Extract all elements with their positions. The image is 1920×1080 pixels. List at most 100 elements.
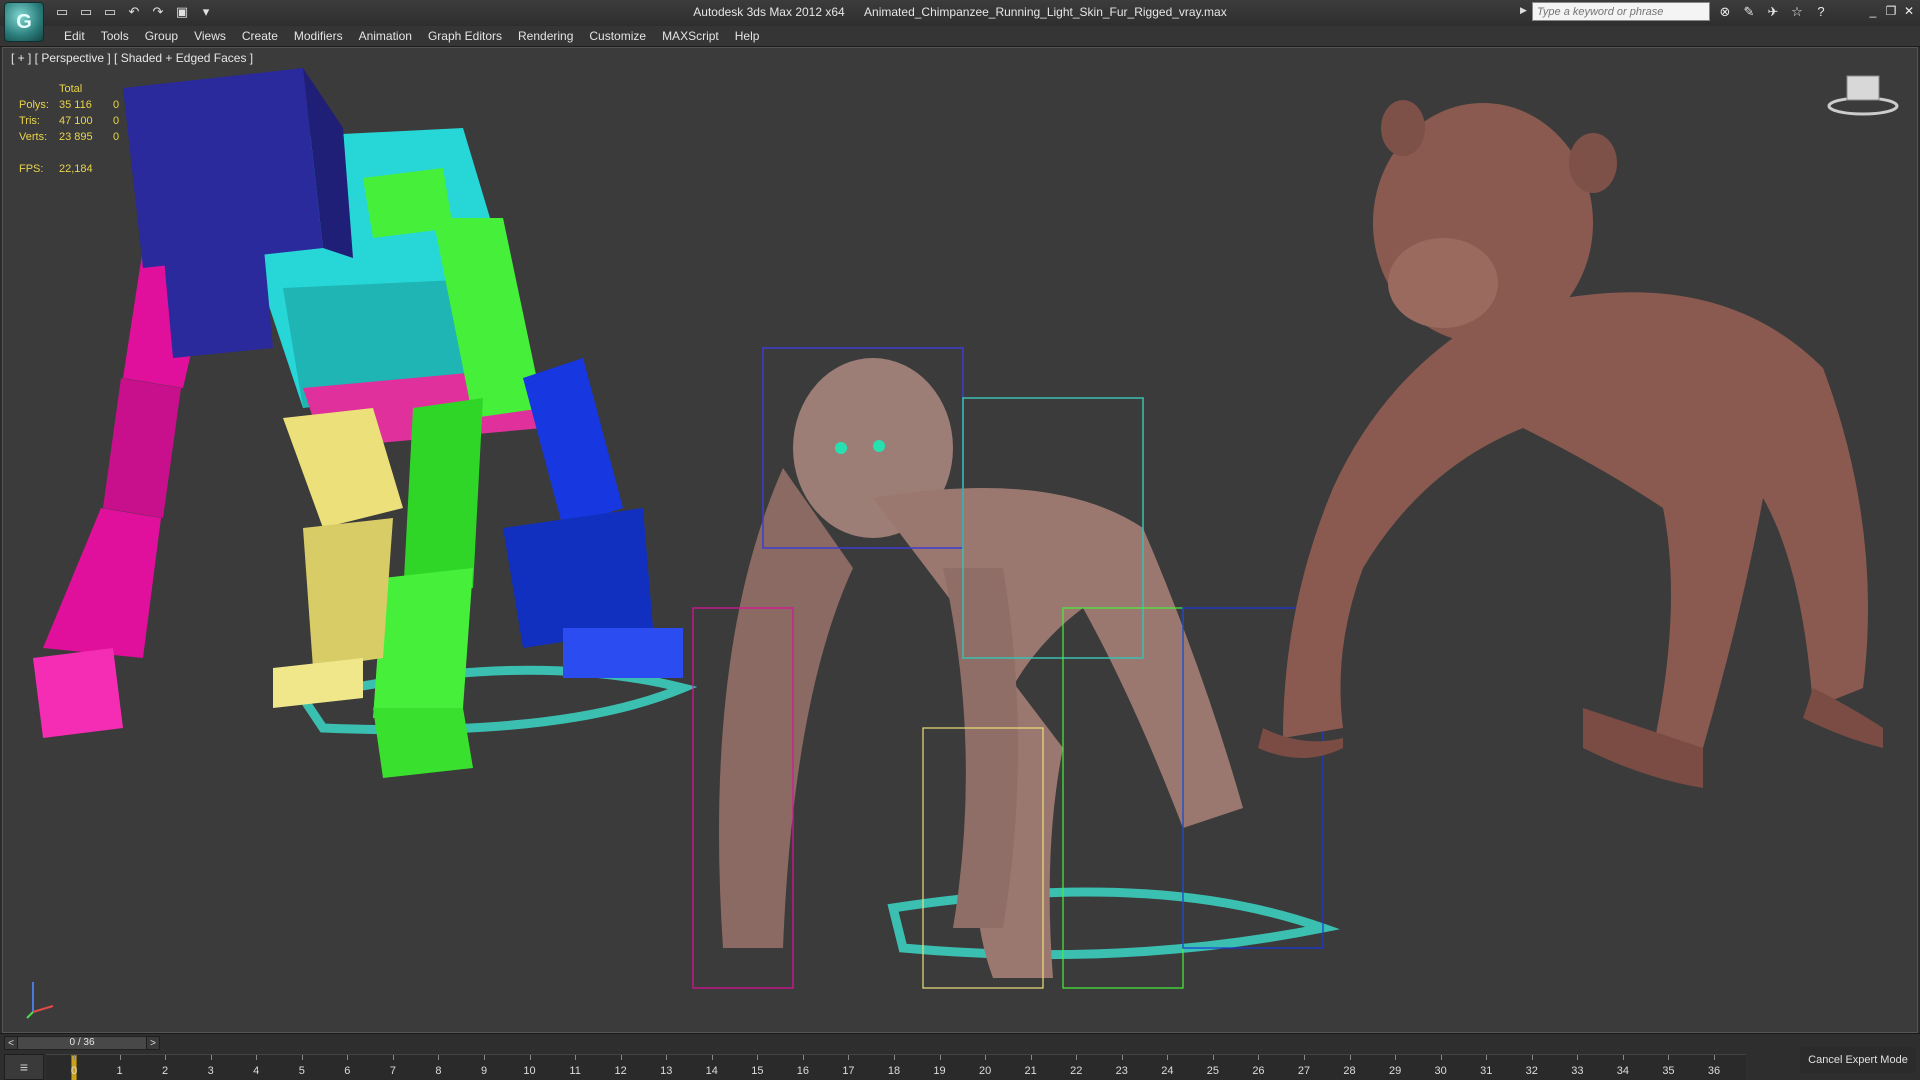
timeline-tick-label: 1 [116, 1065, 123, 1077]
file-name: Animated_Chimpanzee_Running_Light_Skin_F… [864, 5, 1227, 19]
viewcube-icon[interactable] [1825, 68, 1901, 118]
timeline-tick-label: 2 [162, 1065, 169, 1077]
timeline-tick-label: 10 [523, 1065, 536, 1077]
app-name: Autodesk 3ds Max 2012 x64 [693, 5, 845, 19]
stats-row-fps: FPS: 22,184 [19, 163, 93, 175]
timeline-tick-label: 24 [1161, 1065, 1174, 1077]
redo-icon[interactable]: ↷ [148, 3, 168, 21]
timeline-tick-label: 8 [435, 1065, 442, 1077]
timeline-tick [74, 1055, 75, 1060]
title-bar: G ▭ ▭ ▭ ↶ ↷ ▣ ▾ Autodesk 3ds Max 2012 x6… [0, 0, 1920, 42]
search-expand-icon[interactable]: ▶ [1520, 5, 1527, 16]
timeline-tick-label: 6 [344, 1065, 351, 1077]
minimize-button[interactable]: _ [1866, 3, 1880, 19]
timeline-tick [1440, 1055, 1442, 1060]
timeline-tick [210, 1055, 212, 1060]
stats-row-verts: Verts: 23 895 0 [19, 131, 120, 143]
menu-help[interactable]: Help [727, 28, 768, 44]
stats-header: Total [59, 83, 83, 95]
timeline-tick-label: 32 [1525, 1065, 1538, 1077]
dropdown-icon[interactable]: ▾ [196, 3, 216, 21]
timeline-tick-label: 0 [70, 1065, 78, 1077]
menu-maxscript[interactable]: MAXScript [654, 28, 727, 44]
menu-tools[interactable]: Tools [93, 28, 137, 44]
timeline-tick-label: 13 [660, 1065, 673, 1077]
timeline-tick-label: 31 [1480, 1065, 1493, 1077]
window-controls: _ ❐ ✕ [1866, 3, 1916, 19]
exchange-icon[interactable]: ✈ [1764, 3, 1782, 21]
timeline-area: < 0 / 36 > ≡ 0 1 2 3 4 5 6 7 8 9 10 11 12 13 14 15 16 17 1… [0, 1033, 1920, 1080]
stats-row-polys: Polys: 35 116 0 [19, 99, 120, 111]
timeline-tick [256, 1055, 258, 1060]
timeline-tick-label: 30 [1434, 1065, 1447, 1077]
timeline-tick [1212, 1055, 1214, 1060]
menu-group[interactable]: Group [137, 28, 186, 44]
app-logo-icon[interactable]: G [4, 2, 44, 42]
timeline-tick [1304, 1055, 1305, 1060]
timeline-tick-label: 9 [480, 1065, 488, 1077]
timeline-tick-label: 7 [389, 1065, 396, 1077]
timeline-tick-label: 23 [1115, 1065, 1128, 1077]
timeline-tick-label: 21 [1024, 1065, 1037, 1077]
menu-create[interactable]: Create [234, 28, 286, 44]
menu-animation[interactable]: Animation [351, 28, 420, 44]
menu-rendering[interactable]: Rendering [510, 28, 581, 44]
box-rig-chimp[interactable] [33, 68, 698, 778]
timeline-tick-label: 26 [1252, 1065, 1265, 1077]
new-file-icon[interactable]: ▭ [52, 3, 72, 21]
open-folder-icon[interactable]: ▭ [76, 3, 96, 21]
timeline-tick-label: 20 [978, 1065, 992, 1077]
menu-bar: Edit Tools Group Views Create Modifiers … [0, 26, 1920, 47]
timeline-tick [757, 1055, 759, 1060]
wireframe-chimp[interactable] [692, 347, 1340, 989]
undo-icon[interactable]: ↶ [124, 3, 144, 21]
rendered-chimp[interactable] [1258, 100, 1883, 788]
scene-render [33, 68, 1883, 989]
restore-button[interactable]: ❐ [1884, 3, 1898, 19]
help-icon[interactable]: ? [1812, 3, 1830, 21]
time-slider-prev-button[interactable]: < [4, 1036, 18, 1050]
timeline-tick-label: 33 [1571, 1065, 1584, 1077]
timeline-tick [438, 1055, 440, 1060]
menu-edit[interactable]: Edit [56, 28, 93, 44]
timeline-tick [1349, 1055, 1351, 1060]
perspective-viewport[interactable]: [ + ] [ Perspective ] [ Shaded + Edged F… [2, 47, 1918, 1033]
timeline-tick-label: 14 [705, 1065, 718, 1077]
project-icon[interactable]: ▣ [172, 3, 192, 21]
timeline-tick [711, 1055, 713, 1060]
cancel-expert-mode-button[interactable]: Cancel Expert Mode [1800, 1047, 1916, 1073]
timeline-tick-label: 16 [796, 1065, 809, 1077]
timeline-tick [1668, 1055, 1670, 1060]
menu-customize[interactable]: Customize [581, 28, 654, 44]
track-bar[interactable]: 0 1 2 3 4 5 6 7 8 9 10 11 12 13 14 15 16 17 18 19 20 21 22 23 24… [46, 1054, 1746, 1080]
timeline-tick-label: 5 [298, 1065, 305, 1077]
timeline-tick-label: 25 [1206, 1065, 1219, 1077]
timeline-tick-label: 18 [887, 1065, 901, 1077]
time-slider-next-button[interactable]: > [146, 1036, 160, 1050]
timeline-tick-label: 19 [933, 1065, 946, 1077]
binoculars-icon[interactable]: ⊗ [1716, 3, 1734, 21]
timeline-tick [894, 1055, 895, 1060]
timeline-tick [1486, 1055, 1488, 1060]
timeline-tick-label: 36 [1707, 1065, 1721, 1077]
timeline-tick [1714, 1055, 1715, 1060]
menu-views[interactable]: Views [186, 28, 234, 44]
timeline-tick-label: 11 [569, 1065, 581, 1077]
timeline-tick-label: 4 [253, 1065, 260, 1077]
tools-icon[interactable]: ✎ [1740, 3, 1758, 21]
timeline-tick [1076, 1055, 1078, 1060]
timeline-tick [666, 1055, 668, 1060]
timeline-tick [985, 1055, 987, 1060]
timeline-tick [575, 1055, 577, 1060]
menu-modifiers[interactable]: Modifiers [286, 28, 351, 44]
save-icon[interactable]: ▭ [100, 3, 120, 21]
viewport-label[interactable]: [ + ] [ Perspective ] [ Shaded + Edged F… [11, 51, 253, 65]
favorites-star-icon[interactable]: ☆ [1788, 3, 1806, 21]
timeline-tick [119, 1055, 121, 1060]
timeline-tick-label: 15 [751, 1065, 764, 1077]
timeline-tick [939, 1055, 941, 1060]
close-button[interactable]: ✕ [1902, 3, 1916, 19]
search-input[interactable] [1532, 2, 1710, 21]
mini-curve-editor-icon[interactable]: ≡ [4, 1054, 44, 1080]
menu-graph-editors[interactable]: Graph Editors [420, 28, 510, 44]
